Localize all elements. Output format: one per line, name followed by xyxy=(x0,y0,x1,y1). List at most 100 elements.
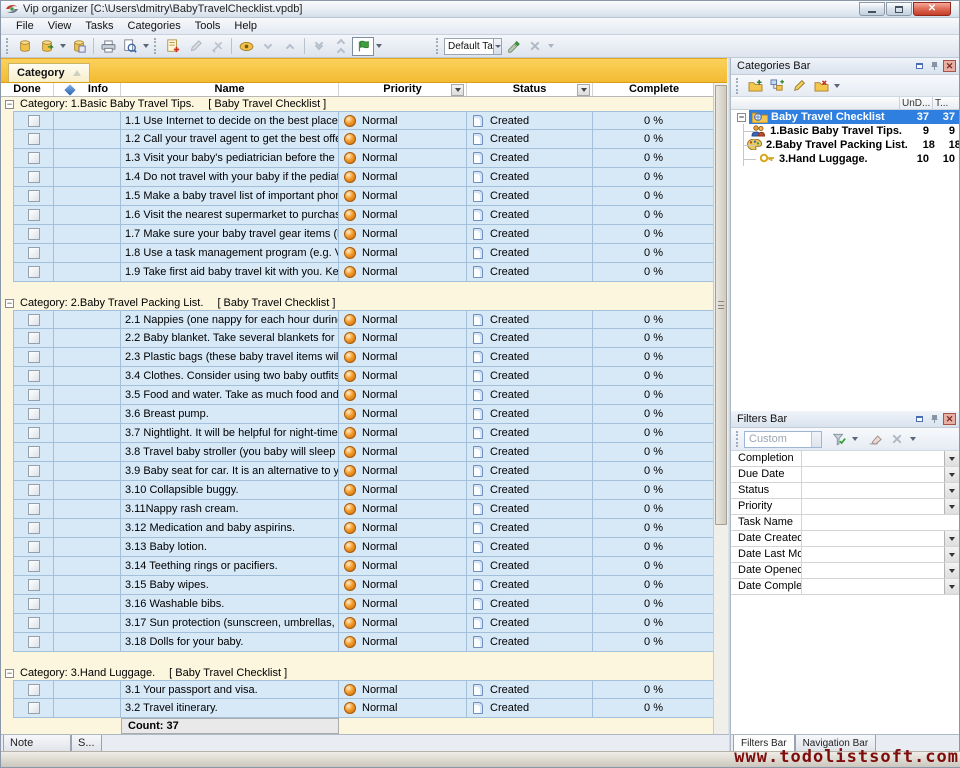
filter-value-field[interactable] xyxy=(802,515,959,530)
filter-value-field[interactable] xyxy=(802,499,944,514)
filters-toolbar-dropdown[interactable] xyxy=(910,437,916,441)
task-name-cell[interactable]: 3.10 Collapsible buggy. xyxy=(121,481,339,500)
task-done-cell[interactable] xyxy=(13,481,54,500)
collapse-group-icon[interactable]: − xyxy=(5,100,14,109)
task-info-cell[interactable] xyxy=(54,149,121,168)
task-checkbox[interactable] xyxy=(28,579,40,591)
task-checkbox[interactable] xyxy=(28,190,40,202)
task-name-cell[interactable]: 1.6 Visit the nearest supermarket to pur… xyxy=(121,206,339,225)
clear-view-button[interactable] xyxy=(524,37,546,56)
filter-value-field[interactable] xyxy=(802,467,944,482)
task-checkbox[interactable] xyxy=(28,228,40,240)
task-complete-cell[interactable]: 0 % xyxy=(593,225,715,244)
task-info-cell[interactable] xyxy=(54,557,121,576)
task-priority-cell[interactable]: Normal xyxy=(339,111,467,130)
pin-panel-button[interactable] xyxy=(928,413,941,425)
column-header-info[interactable]: Info xyxy=(54,83,121,96)
task-info-cell[interactable] xyxy=(54,367,121,386)
tree-item-zone[interactable]: 2.Baby Travel Packing List.1818 xyxy=(744,138,959,152)
tree-item[interactable]: 2.Baby Travel Packing List.1818 xyxy=(731,138,959,152)
move-task-up-button[interactable] xyxy=(279,37,301,56)
task-status-cell[interactable]: Created xyxy=(467,519,593,538)
collapse-tree-icon[interactable]: − xyxy=(737,113,746,122)
task-priority-cell[interactable]: Normal xyxy=(339,348,467,367)
view-task-notes-button[interactable] xyxy=(235,37,257,56)
task-complete-cell[interactable]: 0 % xyxy=(593,443,715,462)
task-status-cell[interactable]: Created xyxy=(467,595,593,614)
task-done-cell[interactable] xyxy=(13,130,54,149)
task-name-cell[interactable]: 3.18 Dolls for your baby. xyxy=(121,633,339,652)
task-checkbox[interactable] xyxy=(28,541,40,553)
task-status-cell[interactable]: Created xyxy=(467,614,593,633)
task-name-cell[interactable]: 2.1 Nappies (one nappy for each hour dur… xyxy=(121,310,339,329)
task-checkbox[interactable] xyxy=(28,408,40,420)
menu-tasks[interactable]: Tasks xyxy=(78,19,120,33)
print-button[interactable] xyxy=(97,37,119,56)
clear-filter-button[interactable] xyxy=(864,430,886,449)
collapse-group-icon[interactable]: − xyxy=(5,669,14,678)
task-done-cell[interactable] xyxy=(13,614,54,633)
filter-value-field[interactable] xyxy=(802,451,944,466)
filter-value-field[interactable] xyxy=(802,483,944,498)
task-done-cell[interactable] xyxy=(13,111,54,130)
task-checkbox[interactable] xyxy=(28,115,40,127)
task-priority-cell[interactable]: Normal xyxy=(339,424,467,443)
tree-item-zone[interactable]: 3.Hand Luggage.1010 xyxy=(757,152,959,166)
task-name-cell[interactable]: 3.7 Nightlight. It will be helpful for n… xyxy=(121,424,339,443)
task-priority-cell[interactable]: Normal xyxy=(339,699,467,718)
filter-dropdown-button[interactable] xyxy=(944,547,959,562)
task-priority-cell[interactable]: Normal xyxy=(339,244,467,263)
task-info-cell[interactable] xyxy=(54,206,121,225)
complete-task-button[interactable] xyxy=(352,37,374,56)
task-name-cell[interactable]: 3.9 Baby seat for car. It is an alternat… xyxy=(121,462,339,481)
filter-value-field[interactable] xyxy=(802,531,944,546)
task-row[interactable]: 1.3 Visit your baby's pediatrician befor… xyxy=(1,149,715,168)
task-row[interactable]: 3.16 Washable bibs.NormalCreated0 % xyxy=(1,595,715,614)
task-row[interactable]: 3.7 Nightlight. It will be helpful for n… xyxy=(1,424,715,443)
task-row[interactable]: 3.15 Baby wipes.NormalCreated0 % xyxy=(1,576,715,595)
task-name-cell[interactable]: 3.12 Medication and baby aspirins. xyxy=(121,519,339,538)
task-complete-cell[interactable]: 0 % xyxy=(593,187,715,206)
view-options-dropdown[interactable] xyxy=(548,44,554,48)
task-row[interactable]: 2.3 Plastic bags (these baby travel item… xyxy=(1,348,715,367)
column-header-complete[interactable]: Complete xyxy=(593,83,715,96)
filter-dropdown-button[interactable] xyxy=(944,563,959,578)
task-priority-cell[interactable]: Normal xyxy=(339,538,467,557)
task-info-cell[interactable] xyxy=(54,500,121,519)
task-name-cell[interactable]: 3.17 Sun protection (sunscreen, umbrella… xyxy=(121,614,339,633)
task-priority-cell[interactable]: Normal xyxy=(339,680,467,699)
task-checkbox[interactable] xyxy=(28,560,40,572)
task-info-cell[interactable] xyxy=(54,348,121,367)
task-priority-cell[interactable]: Normal xyxy=(339,633,467,652)
task-view-combo[interactable]: Default Task V xyxy=(444,38,502,55)
task-done-cell[interactable] xyxy=(13,206,54,225)
task-status-cell[interactable]: Created xyxy=(467,263,593,282)
collapse-group-icon[interactable]: − xyxy=(5,299,14,308)
task-status-cell[interactable]: Created xyxy=(467,443,593,462)
filter-preset-combo[interactable]: Custom xyxy=(744,431,822,448)
task-info-cell[interactable] xyxy=(54,263,121,282)
filter-dropdown-button[interactable] xyxy=(944,451,959,466)
task-priority-cell[interactable]: Normal xyxy=(339,557,467,576)
task-status-cell[interactable]: Created xyxy=(467,348,593,367)
move-task-down-button[interactable] xyxy=(257,37,279,56)
task-checkbox[interactable] xyxy=(28,446,40,458)
task-priority-cell[interactable]: Normal xyxy=(339,149,467,168)
task-info-cell[interactable] xyxy=(54,244,121,263)
task-row[interactable]: 3.10 Collapsible buggy.NormalCreated0 % xyxy=(1,481,715,500)
menu-view[interactable]: View xyxy=(41,19,79,33)
task-row[interactable]: 3.12 Medication and baby aspirins.Normal… xyxy=(1,519,715,538)
group-by-category-tab[interactable]: Category xyxy=(8,63,90,82)
task-priority-cell[interactable]: Normal xyxy=(339,405,467,424)
tree-item-zone[interactable]: 1.Basic Baby Travel Tips.99 xyxy=(748,124,959,138)
task-done-cell[interactable] xyxy=(13,310,54,329)
task-checkbox[interactable] xyxy=(28,314,40,326)
task-info-cell[interactable] xyxy=(54,538,121,557)
tree-item[interactable]: −Baby Travel Checklist3737 xyxy=(731,110,959,124)
task-name-cell[interactable]: 1.5 Make a baby travel list of important… xyxy=(121,187,339,206)
task-status-cell[interactable]: Created xyxy=(467,130,593,149)
task-checkbox[interactable] xyxy=(28,332,40,344)
undock-panel-button[interactable] xyxy=(913,60,926,72)
category-group-row[interactable]: −Category: 3.Hand Luggage.[ Baby Travel … xyxy=(1,666,715,680)
task-priority-cell[interactable]: Normal xyxy=(339,168,467,187)
